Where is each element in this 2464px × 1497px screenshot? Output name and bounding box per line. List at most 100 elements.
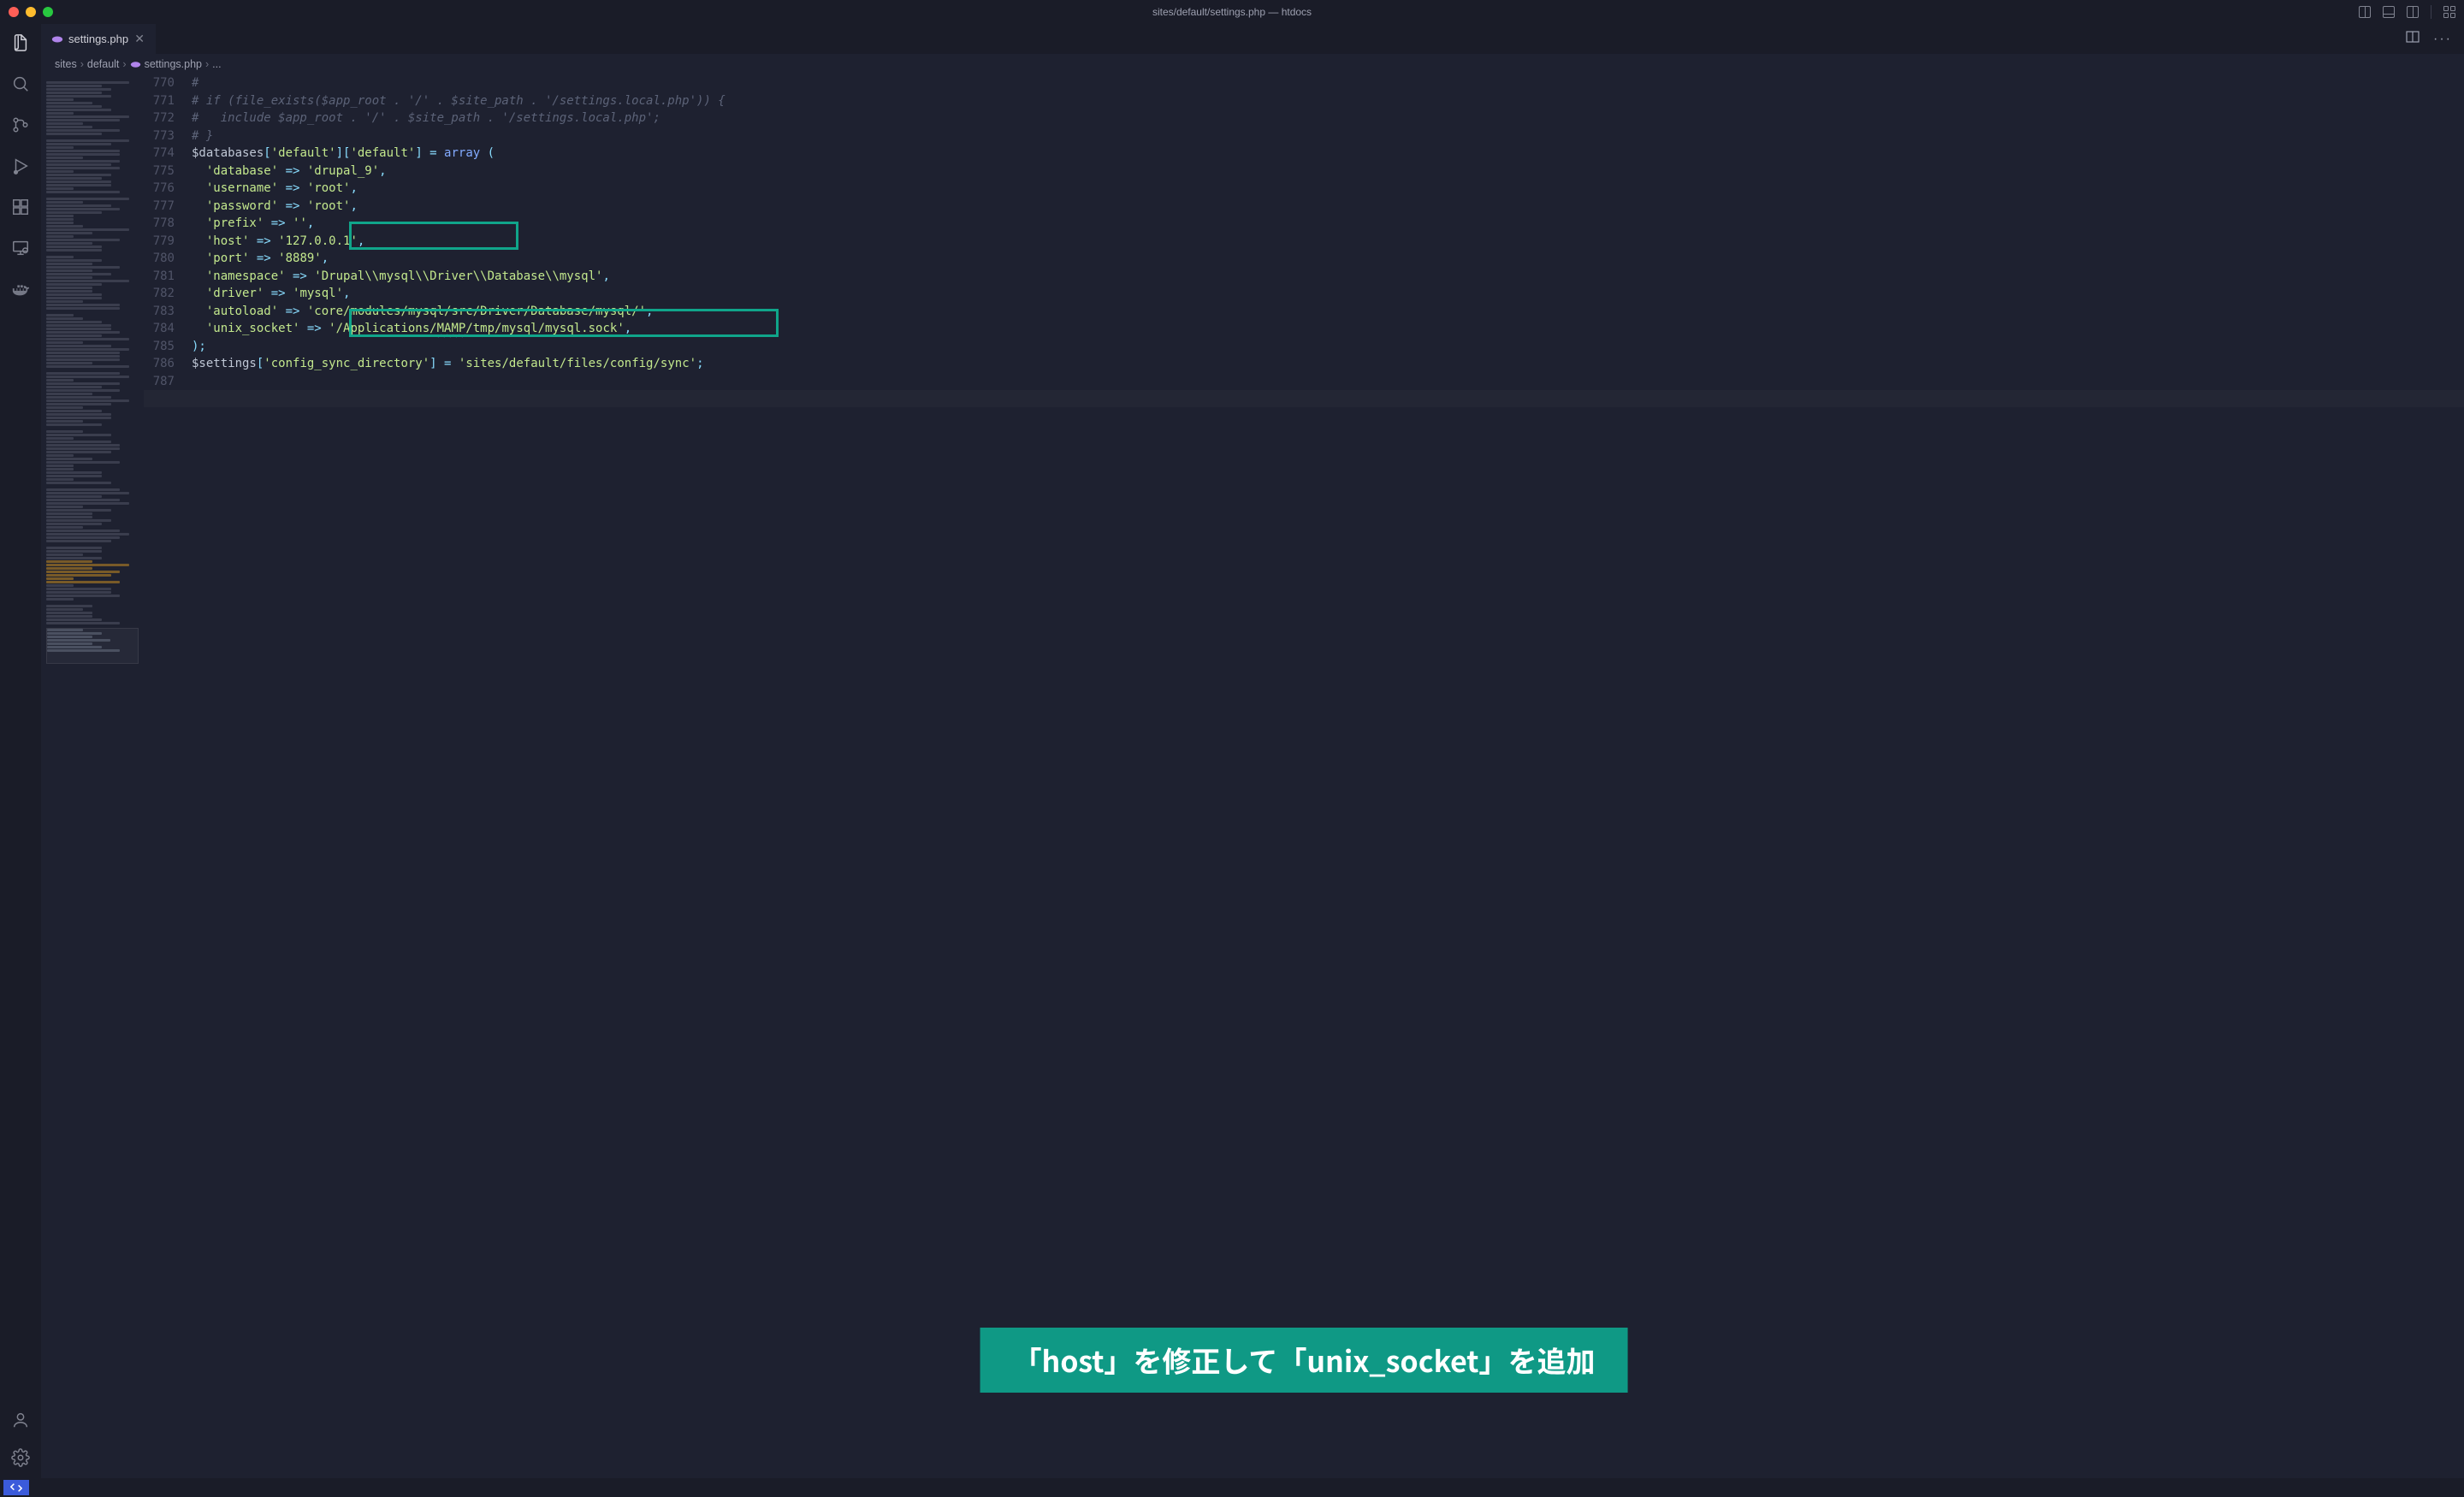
line-content[interactable]: 'password' => 'root', [192, 198, 2464, 216]
chevron-right-icon: › [80, 58, 84, 70]
line-number: 774 [144, 145, 192, 163]
code-line[interactable]: 775 'database' => 'drupal_9', [144, 163, 2464, 180]
code-line[interactable]: 776 'username' => 'root', [144, 180, 2464, 198]
annotation-banner: 「host」を修正して「unix_socket」を追加 [980, 1328, 1628, 1393]
code-line[interactable]: 780 'port' => '8889', [144, 250, 2464, 268]
code-line[interactable]: 774$databases['default']['default'] = ar… [144, 145, 2464, 163]
code-line[interactable]: 779 'host' => '127.0.0.1', [144, 233, 2464, 251]
search-icon[interactable] [10, 74, 31, 94]
split-editor-icon[interactable] [2406, 30, 2420, 48]
main-layout: settings.php ✕ ··· sites › default › set… [0, 24, 2464, 1478]
more-actions-icon[interactable]: ··· [2433, 32, 2452, 47]
breadcrumb-part[interactable]: settings.php [145, 58, 202, 70]
window-titlebar: sites/default/settings.php — htdocs [0, 0, 2464, 24]
remote-indicator[interactable] [3, 1480, 29, 1495]
line-content[interactable]: 'host' => '127.0.0.1', [192, 233, 2464, 251]
line-content[interactable]: # include $app_root . '/' . $site_path .… [192, 109, 2464, 127]
line-number: 787 [144, 373, 192, 391]
line-content[interactable]: 'prefix' => '', [192, 215, 2464, 233]
settings-gear-icon[interactable] [10, 1447, 31, 1468]
close-tab-icon[interactable]: ✕ [133, 33, 145, 45]
minimize-window-button[interactable] [26, 7, 36, 17]
customize-layout-icon[interactable] [2443, 6, 2455, 18]
line-number: 778 [144, 215, 192, 233]
tab-settings-php[interactable]: settings.php ✕ [41, 24, 156, 54]
code-line[interactable]: 783 'autoload' => 'core/modules/mysql/sr… [144, 303, 2464, 321]
line-number: 784 [144, 320, 192, 338]
breadcrumb-part[interactable]: default [87, 58, 120, 70]
code-line[interactable]: 770# [144, 74, 2464, 92]
line-number: 772 [144, 109, 192, 127]
minimap[interactable] [41, 74, 144, 1478]
editor-body: 770#771# if (file_exists($app_root . '/'… [41, 74, 2464, 1478]
line-number: 775 [144, 163, 192, 180]
code-line[interactable]: 784 'unix_socket' => '/Applications/MAMP… [144, 320, 2464, 338]
minimap-viewport[interactable] [46, 628, 139, 664]
titlebar-layout-controls [2359, 5, 2455, 19]
current-line-highlight [144, 390, 2464, 408]
traffic-lights [9, 7, 53, 17]
chevron-right-icon: › [122, 58, 126, 70]
docker-icon[interactable] [10, 279, 31, 299]
accounts-icon[interactable] [10, 1410, 31, 1430]
code-line[interactable]: 773# } [144, 127, 2464, 145]
code-line[interactable]: 782 'driver' => 'mysql', [144, 285, 2464, 303]
line-number: 776 [144, 180, 192, 198]
line-content[interactable]: 'port' => '8889', [192, 250, 2464, 268]
line-number: 781 [144, 268, 192, 286]
line-content[interactable]: 'unix_socket' => '/Applications/MAMP/tmp… [192, 320, 2464, 338]
line-number: 777 [144, 198, 192, 216]
php-file-icon [130, 59, 141, 70]
code-line[interactable]: 777 'password' => 'root', [144, 198, 2464, 216]
editor-area: settings.php ✕ ··· sites › default › set… [41, 24, 2464, 1478]
status-bar [0, 1478, 2464, 1497]
explorer-icon[interactable] [10, 33, 31, 53]
tab-label: settings.php [68, 33, 128, 45]
line-content[interactable]: 'namespace' => 'Drupal\\mysql\\Driver\\D… [192, 268, 2464, 286]
remote-explorer-icon[interactable] [10, 238, 31, 258]
line-number: 782 [144, 285, 192, 303]
line-content[interactable]: 'username' => 'root', [192, 180, 2464, 198]
line-content[interactable]: # [192, 74, 2464, 92]
line-content[interactable]: # } [192, 127, 2464, 145]
line-number: 783 [144, 303, 192, 321]
source-control-icon[interactable] [10, 115, 31, 135]
line-number: 786 [144, 355, 192, 373]
line-content[interactable] [192, 373, 2464, 391]
line-content[interactable]: $settings['config_sync_directory'] = 'si… [192, 355, 2464, 373]
breadcrumb-part[interactable]: ... [212, 58, 221, 70]
line-content[interactable]: ); [192, 338, 2464, 356]
code-line[interactable]: 786$settings['config_sync_directory'] = … [144, 355, 2464, 373]
maximize-window-button[interactable] [43, 7, 53, 17]
code-line[interactable]: 781 'namespace' => 'Drupal\\mysql\\Drive… [144, 268, 2464, 286]
line-content[interactable]: 'autoload' => 'core/modules/mysql/src/Dr… [192, 303, 2464, 321]
run-debug-icon[interactable] [10, 156, 31, 176]
chevron-right-icon: › [205, 58, 209, 70]
editor-tabs: settings.php ✕ ··· [41, 24, 2464, 54]
code-line[interactable]: 787 [144, 373, 2464, 391]
breadcrumbs[interactable]: sites › default › settings.php › ... [41, 54, 2464, 74]
line-content[interactable]: 'driver' => 'mysql', [192, 285, 2464, 303]
editor-actions: ··· [2406, 24, 2464, 54]
code-line[interactable]: 772# include $app_root . '/' . $site_pat… [144, 109, 2464, 127]
line-number: 773 [144, 127, 192, 145]
line-content[interactable]: # if (file_exists($app_root . '/' . $sit… [192, 92, 2464, 110]
line-number: 780 [144, 250, 192, 268]
line-number: 770 [144, 74, 192, 92]
split-left-icon[interactable] [2359, 6, 2371, 18]
line-content[interactable]: 'database' => 'drupal_9', [192, 163, 2464, 180]
code-line[interactable]: 785); [144, 338, 2464, 356]
split-right-icon[interactable] [2407, 6, 2419, 18]
activity-bar [0, 24, 41, 1478]
breadcrumb-part[interactable]: sites [55, 58, 77, 70]
code-line[interactable]: 771# if (file_exists($app_root . '/' . $… [144, 92, 2464, 110]
code-line[interactable]: 778 'prefix' => '', [144, 215, 2464, 233]
code-editor[interactable]: 770#771# if (file_exists($app_root . '/'… [144, 74, 2464, 1478]
php-file-icon [51, 33, 63, 45]
line-number: 771 [144, 92, 192, 110]
line-content[interactable]: $databases['default']['default'] = array… [192, 145, 2464, 163]
line-number: 779 [144, 233, 192, 251]
extensions-icon[interactable] [10, 197, 31, 217]
toggle-panel-icon[interactable] [2383, 6, 2395, 18]
close-window-button[interactable] [9, 7, 19, 17]
